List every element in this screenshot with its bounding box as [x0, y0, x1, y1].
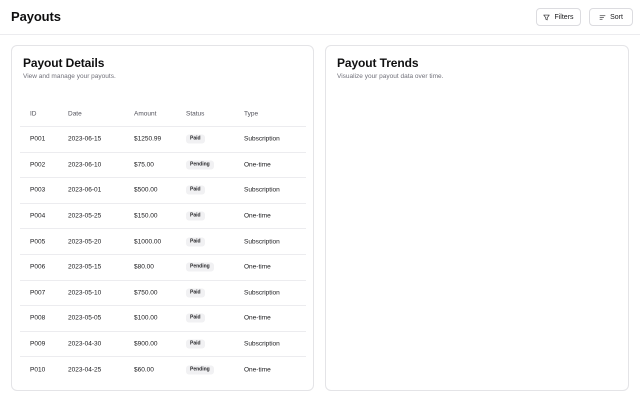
- row-amount: $100.00: [134, 314, 158, 322]
- status-badge: Paid: [186, 134, 205, 144]
- row-type: One-time: [244, 161, 271, 169]
- row-type: Subscription: [244, 289, 280, 297]
- row-date: 2023-04-30: [68, 340, 102, 348]
- row-type: One-time: [244, 263, 271, 271]
- row-date: 2023-06-15: [68, 135, 102, 143]
- row-amount: $1000.00: [134, 238, 162, 246]
- column-header-amount: Amount: [134, 110, 157, 117]
- table-row[interactable]: P006 2023-05-15 $80.00 Pending One-time: [20, 255, 306, 281]
- status-badge: Paid: [186, 237, 205, 247]
- row-date: 2023-05-20: [68, 238, 102, 246]
- row-type: Subscription: [244, 135, 280, 143]
- table-row[interactable]: P003 2023-06-01 $500.00 Paid Subscriptio…: [20, 178, 306, 204]
- row-amount: $900.00: [134, 340, 158, 348]
- row-type: Subscription: [244, 238, 280, 246]
- status-badge: Paid: [186, 339, 205, 349]
- row-type: One-time: [244, 314, 271, 322]
- row-amount: $1250.99: [134, 135, 162, 143]
- status-badge: Paid: [186, 185, 205, 195]
- payout-trends-card: Payout Trends Visualize your payout data…: [325, 45, 629, 391]
- table-row[interactable]: P009 2023-04-30 $900.00 Paid Subscriptio…: [20, 332, 306, 358]
- table-row[interactable]: P008 2023-05-05 $100.00 Paid One-time: [20, 306, 306, 332]
- table-row[interactable]: P004 2023-05-25 $150.00 Paid One-time: [20, 204, 306, 230]
- status-badge: Pending: [186, 262, 214, 272]
- column-header-type: Type: [244, 110, 259, 117]
- filters-button-label: Filters: [554, 13, 574, 21]
- row-amount: $750.00: [134, 289, 158, 297]
- row-amount: $60.00: [134, 366, 154, 374]
- row-type: One-time: [244, 366, 271, 374]
- row-id: P006: [30, 263, 46, 271]
- column-header-id: ID: [30, 110, 37, 117]
- status-badge: Pending: [186, 365, 214, 375]
- column-header-status: Status: [186, 110, 205, 117]
- column-header-date: Date: [68, 110, 82, 117]
- payout-details-description: View and manage your payouts.: [23, 73, 116, 80]
- row-type: One-time: [244, 212, 271, 220]
- row-type: Subscription: [244, 186, 280, 194]
- row-id: P001: [30, 135, 46, 143]
- table-row[interactable]: P010 2023-04-25 $60.00 Pending One-time: [20, 357, 306, 383]
- row-id: P002: [30, 161, 46, 169]
- row-date: 2023-06-10: [68, 161, 102, 169]
- row-id: P009: [30, 340, 46, 348]
- row-date: 2023-05-25: [68, 212, 102, 220]
- sort-list-icon: [599, 14, 606, 21]
- payouts-table: ID Date Amount Status Type P001 2023-06-…: [20, 101, 306, 383]
- status-badge: Paid: [186, 313, 205, 323]
- table-header-row: ID Date Amount Status Type: [20, 101, 306, 127]
- payout-trends-description: Visualize your payout data over time.: [337, 73, 444, 80]
- row-id: P004: [30, 212, 46, 220]
- row-id: P008: [30, 314, 46, 322]
- payout-trends-title: Payout Trends: [337, 56, 419, 70]
- row-date: 2023-05-10: [68, 289, 102, 297]
- row-id: P003: [30, 186, 46, 194]
- status-badge: Paid: [186, 288, 205, 298]
- row-date: 2023-06-01: [68, 186, 102, 194]
- payout-details-card: Payout Details View and manage your payo…: [11, 45, 314, 391]
- payout-details-title: Payout Details: [23, 56, 105, 70]
- row-id: P005: [30, 238, 46, 246]
- table-row[interactable]: P007 2023-05-10 $750.00 Paid Subscriptio…: [20, 281, 306, 307]
- table-row[interactable]: P002 2023-06-10 $75.00 Pending One-time: [20, 153, 306, 179]
- filter-icon: [543, 14, 551, 21]
- row-amount: $150.00: [134, 212, 158, 220]
- row-id: P007: [30, 289, 46, 297]
- row-type: Subscription: [244, 340, 280, 348]
- row-id: P010: [30, 366, 46, 374]
- row-date: 2023-05-15: [68, 263, 102, 271]
- table-row[interactable]: P005 2023-05-20 $1000.00 Paid Subscripti…: [20, 229, 306, 255]
- status-badge: Pending: [186, 160, 214, 170]
- filters-button[interactable]: Filters: [536, 8, 581, 26]
- row-amount: $75.00: [134, 161, 154, 169]
- sort-button-label: Sort: [610, 13, 623, 21]
- page-title: Payouts: [11, 9, 61, 24]
- row-amount: $500.00: [134, 186, 158, 194]
- row-date: 2023-05-05: [68, 314, 102, 322]
- page-header: Payouts Filters Sort: [0, 0, 640, 35]
- row-date: 2023-04-25: [68, 366, 102, 374]
- sort-button[interactable]: Sort: [589, 8, 633, 26]
- row-amount: $80.00: [134, 263, 154, 271]
- status-badge: Paid: [186, 211, 205, 221]
- table-row[interactable]: P001 2023-06-15 $1250.99 Paid Subscripti…: [20, 127, 306, 153]
